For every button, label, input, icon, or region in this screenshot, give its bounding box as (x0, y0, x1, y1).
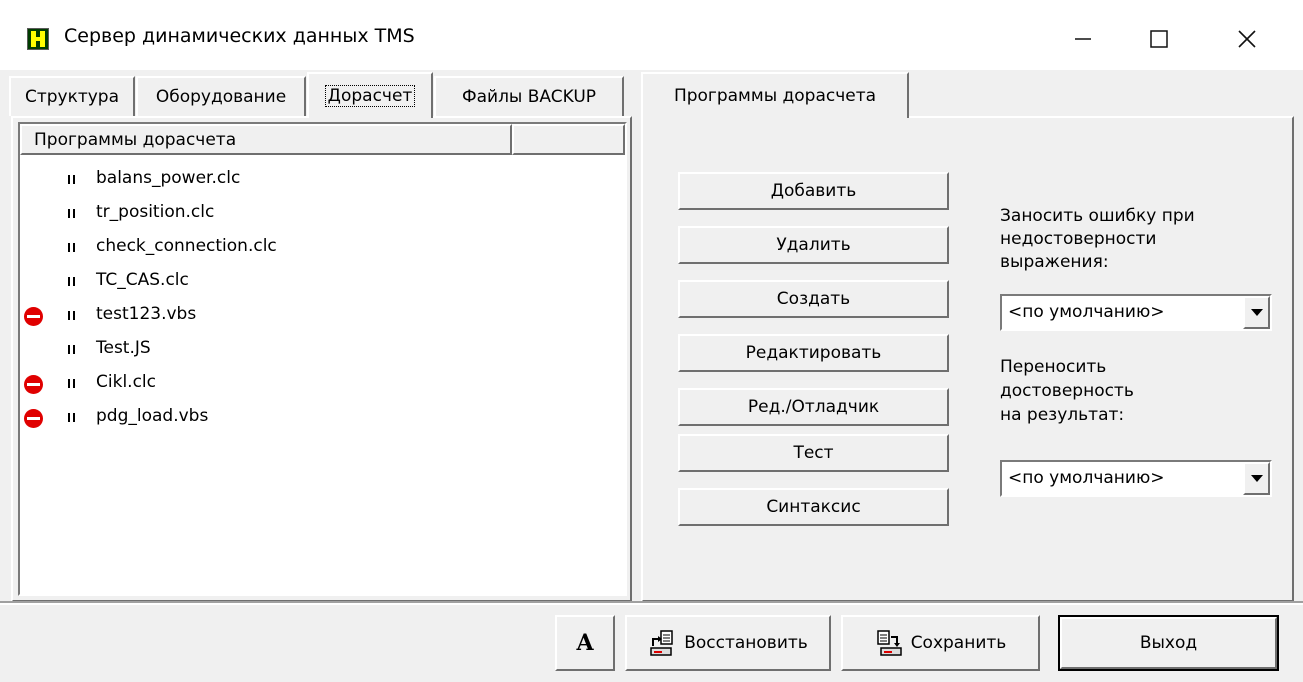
no-entry-icon (24, 375, 43, 394)
column-header-empty[interactable] (512, 124, 625, 155)
grip-icon (68, 413, 75, 422)
list-item[interactable]: check_connection.clc (20, 232, 620, 266)
list-item[interactable]: Test.JS (20, 334, 620, 368)
list-item[interactable]: Cikl.clc (20, 368, 620, 402)
list-header: Программы дорасчета (20, 124, 625, 155)
test-button[interactable]: Тест (678, 434, 949, 472)
validity-option-label-3: на результат: (1000, 405, 1125, 425)
error-option-select[interactable]: <по умолчанию> (1000, 294, 1272, 331)
tab-structure[interactable]: Структура (9, 76, 135, 116)
grip-icon (68, 311, 75, 320)
chevron-down-icon[interactable] (1243, 296, 1270, 329)
delete-button[interactable]: Удалить (678, 226, 949, 264)
font-icon: A (576, 630, 594, 656)
window-title: Сервер динамических данных TMS (64, 25, 415, 47)
grip-icon (68, 175, 75, 184)
syntax-button[interactable]: Синтаксис (678, 488, 949, 526)
tab-calculation-programs[interactable]: Программы дорасчета (641, 72, 909, 118)
list-item[interactable]: test123.vbs (20, 300, 620, 334)
minimize-button[interactable] (1060, 16, 1106, 62)
edit-button[interactable]: Редактировать (678, 334, 949, 372)
close-button[interactable] (1224, 16, 1270, 62)
error-option-label-1: Заносить ошибку при (1000, 206, 1195, 226)
maximize-icon (1150, 30, 1168, 48)
grip-icon (68, 277, 75, 286)
font-button[interactable]: A (555, 615, 615, 671)
grip-icon (68, 345, 75, 354)
list-item[interactable]: pdg_load.vbs (20, 402, 620, 436)
error-option-label-3: выражения: (1000, 252, 1109, 272)
restore-button[interactable]: Восстановить (625, 615, 831, 671)
exit-button[interactable]: Выход (1058, 615, 1279, 671)
create-button[interactable]: Создать (678, 280, 949, 318)
add-button[interactable]: Добавить (678, 172, 949, 210)
maximize-button[interactable] (1136, 16, 1182, 62)
validity-option-label-2: достоверность (1000, 381, 1134, 401)
list-item[interactable]: tr_position.clc (20, 198, 620, 232)
close-icon (1238, 30, 1256, 48)
tab-calculation[interactable]: Дорасчет (307, 72, 433, 118)
no-entry-icon (24, 409, 43, 428)
column-header-programs[interactable]: Программы дорасчета (20, 124, 512, 155)
app-icon (27, 28, 49, 50)
list-item[interactable]: balans_power.clc (20, 164, 620, 198)
tab-equipment[interactable]: Оборудование (136, 76, 306, 116)
validity-option-select[interactable]: <по умолчанию> (1000, 460, 1272, 497)
error-option-label-2: недостоверности (1000, 229, 1157, 249)
no-entry-icon (24, 307, 43, 326)
validity-option-label-1: Переносить (1000, 357, 1107, 377)
restore-icon (650, 630, 673, 656)
chevron-down-icon[interactable] (1243, 462, 1270, 495)
list-item[interactable]: TC_CAS.clc (20, 266, 620, 300)
grip-icon (68, 243, 75, 252)
save-button[interactable]: Сохранить (841, 615, 1040, 671)
grip-icon (68, 379, 75, 388)
grip-icon (68, 209, 75, 218)
debugger-button[interactable]: Ред./Отладчик (678, 388, 949, 426)
tab-backup-files[interactable]: Файлы BACKUP (434, 76, 624, 116)
save-icon (876, 630, 902, 656)
minimize-icon (1075, 38, 1091, 40)
